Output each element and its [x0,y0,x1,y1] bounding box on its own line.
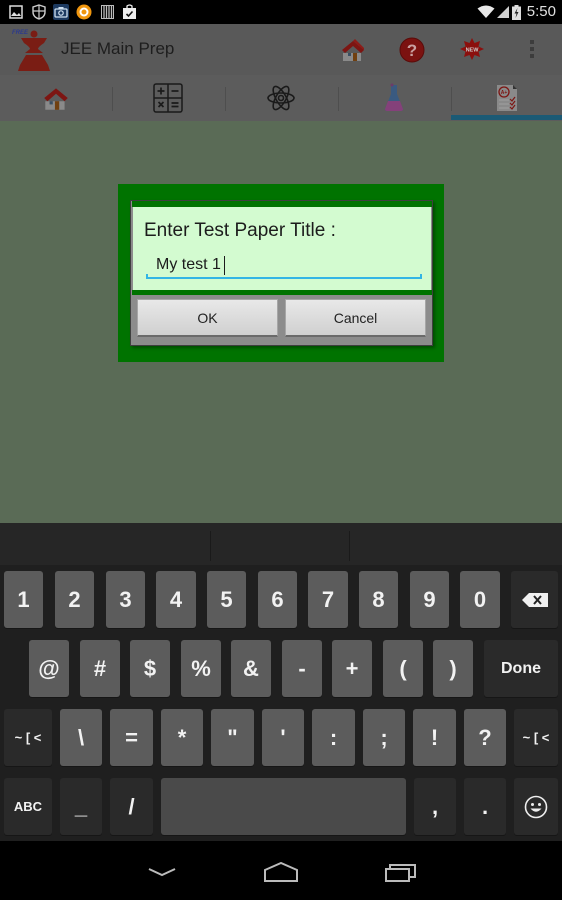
home-icon [264,862,298,882]
house-icon [44,88,68,110]
camera-icon [53,4,69,20]
action-bar: FREE JEE Main Prep ? NEW [0,24,562,75]
key-open-paren[interactable]: ( [383,640,423,697]
key-8[interactable]: 8 [359,571,398,628]
help-action-button[interactable]: ? [398,36,426,64]
overflow-menu-icon [530,40,534,58]
test-title-dialog: Enter Test Paper Title : OK Cancel [130,200,433,346]
suggestion-divider [349,531,350,561]
key-semicolon[interactable]: ; [363,709,405,766]
svg-text:A+: A+ [500,90,507,96]
key-0[interactable]: 0 [460,571,500,628]
calculator-icon [153,83,183,113]
ok-button[interactable]: OK [137,299,278,337]
key-underscore[interactable]: _ [60,778,102,835]
emoji-key[interactable] [514,778,558,835]
input-underline [146,274,422,279]
key-exclamation[interactable]: ! [413,709,456,766]
app-title: JEE Main Prep [61,39,175,58]
cancel-button[interactable]: Cancel [285,299,426,337]
tab-bar: A+ [0,75,562,121]
svg-text:?: ? [407,41,417,60]
key-ampersand[interactable]: & [231,640,271,697]
shield-icon [31,4,47,20]
home-action-button[interactable] [339,36,367,64]
key-equals[interactable]: = [110,709,153,766]
barcode-icon [99,4,115,20]
new-badge-icon: NEW [460,38,484,60]
tab-chemistry[interactable] [338,75,450,121]
navigation-bar [0,841,562,900]
app-logo[interactable]: FREE [12,27,54,73]
key-colon[interactable]: : [312,709,355,766]
orange-app-icon [76,4,92,20]
abc-key[interactable]: ABC [4,778,52,835]
signal-icon [495,4,511,20]
key-at[interactable]: @ [29,640,69,697]
key-period[interactable]: . [464,778,506,835]
home-button[interactable] [251,857,311,887]
shopping-bag-icon [121,4,137,20]
battery-charging-icon [511,4,521,20]
key-7[interactable]: 7 [308,571,348,628]
dialog-label: Enter Test Paper Title : [144,220,336,241]
backspace-icon [521,592,548,607]
house-icon [342,39,364,61]
recent-apps-icon [385,864,416,882]
done-key[interactable]: Done [484,640,558,697]
clock: 5:50 [526,3,556,20]
key-9[interactable]: 9 [410,571,449,628]
hide-keyboard-icon [148,868,176,877]
selected-tab-indicator [451,115,562,120]
key-single-quote[interactable]: ' [262,709,304,766]
key-hash[interactable]: # [80,640,120,697]
key-percent[interactable]: % [181,640,221,697]
key-comma[interactable]: , [414,778,456,835]
text-cursor [224,256,225,275]
key-slash[interactable]: / [110,778,153,835]
backspace-key[interactable] [511,571,558,628]
key-3[interactable]: 3 [106,571,145,628]
overflow-menu-button[interactable] [518,36,546,64]
key-minus[interactable]: - [282,640,322,697]
status-bar: 5:50 [0,0,562,24]
recent-apps-button[interactable] [371,857,431,887]
svg-text:NEW: NEW [466,48,480,54]
atom-icon [267,85,295,111]
question-icon: ? [399,37,425,63]
more-symbols-key-right[interactable]: ~ [ < [514,709,558,766]
suggestion-strip [0,523,562,565]
key-6[interactable]: 6 [258,571,297,628]
tab-physics[interactable] [225,75,337,121]
smiley-icon [524,795,548,818]
back-button[interactable] [132,857,192,887]
key-2[interactable]: 2 [55,571,94,628]
free-badge: FREE [12,30,29,36]
gallery-icon [8,4,24,20]
test-paper-icon: A+ [496,85,517,111]
dialog-bottom-border [132,290,432,295]
key-double-quote[interactable]: " [211,709,254,766]
key-4[interactable]: 4 [156,571,196,628]
key-asterisk[interactable]: * [161,709,203,766]
more-symbols-key-left[interactable]: ~ [ < [4,709,52,766]
key-1[interactable]: 1 [4,571,43,628]
key-backslash[interactable]: \ [60,709,102,766]
soft-keyboard: 1 2 3 4 5 6 7 8 9 0 @ # $ % & - + ( ) Do… [0,523,562,841]
key-question[interactable]: ? [464,709,506,766]
space-key[interactable] [161,778,406,835]
dialog-body: Enter Test Paper Title : [133,207,431,290]
phone-screen: 5:50 FREE JEE Main Prep ? NEW A+ Enter T… [0,0,562,900]
test-title-input[interactable] [146,252,422,278]
wifi-icon [477,4,495,20]
new-action-button[interactable]: NEW [458,36,486,64]
key-close-paren[interactable]: ) [433,640,473,697]
tab-home[interactable] [0,75,112,121]
key-plus[interactable]: + [332,640,372,697]
key-5[interactable]: 5 [207,571,246,628]
suggestion-divider [210,531,211,561]
tab-maths[interactable] [112,75,224,121]
flask-icon [385,83,403,111]
key-dollar[interactable]: $ [130,640,170,697]
